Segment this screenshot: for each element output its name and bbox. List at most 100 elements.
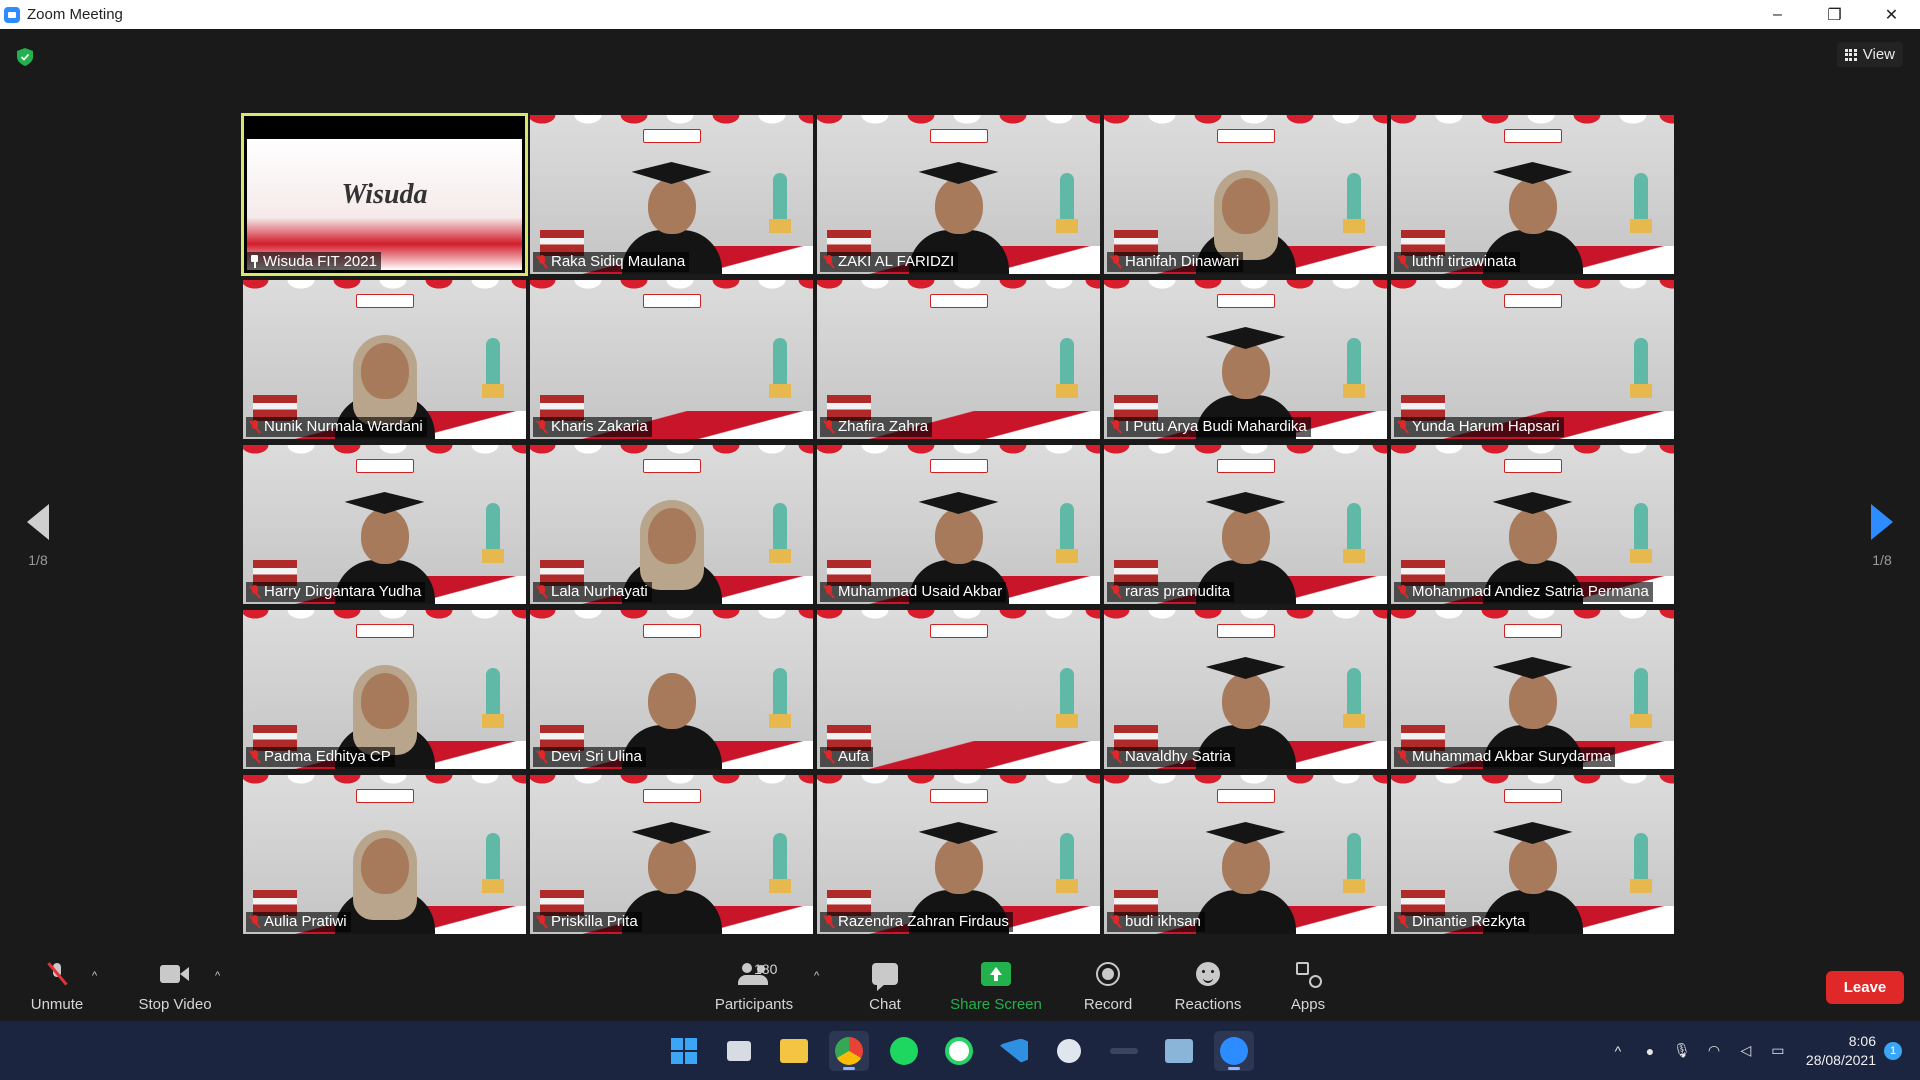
participant-name-label: Muhammad Usaid Akbar (820, 582, 1007, 602)
participant-video-tile[interactable]: Hanifah Dinawari (1104, 115, 1387, 274)
participant-name: Kharis Zakaria (551, 418, 648, 435)
apps-button[interactable]: Apps (1284, 944, 1332, 1021)
zoom-icon[interactable] (1214, 1030, 1254, 1071)
clock[interactable]: 8:06 28/08/2021 (1806, 1032, 1876, 1070)
volume-icon[interactable]: ◁ (1737, 1042, 1755, 1060)
participant-name: Nunik Nurmala Wardani (264, 418, 423, 435)
virtual-background-plant (1060, 668, 1074, 716)
steam-icon[interactable] (1049, 1031, 1089, 1071)
virtual-background-plant (1634, 338, 1648, 386)
reactions-button[interactable]: Reactions (1170, 944, 1246, 1021)
share-screen-button[interactable]: Share Screen (946, 944, 1046, 1021)
record-label: Record (1083, 996, 1133, 1013)
virtual-background-plant (1347, 833, 1361, 881)
wifi-icon[interactable]: ◠ (1705, 1042, 1723, 1060)
participant-video-tile[interactable]: Yunda Harum Hapsari (1391, 280, 1674, 439)
participant-video-tile[interactable]: Harry Dirgantara Yudha (243, 445, 526, 604)
record-button[interactable]: Record (1078, 944, 1138, 1021)
restore-button[interactable]: ❐ (1806, 0, 1863, 29)
microphone-muted-icon (536, 914, 548, 929)
participant-video-tile[interactable]: Wisuda Wisuda FIT 2021 (241, 113, 528, 276)
steam-tray-icon[interactable]: ● (1641, 1042, 1659, 1060)
stop-video-label: Stop Video (138, 996, 212, 1013)
participant-video-tile[interactable]: Razendra Zahran Firdaus (817, 775, 1100, 934)
audio-options-caret[interactable]: ^ (92, 970, 97, 982)
apps-icon (1296, 962, 1322, 988)
participant-name: Harry Dirgantara Yudha (264, 583, 422, 600)
stop-video-button[interactable]: Stop Video (134, 944, 216, 1021)
notification-badge[interactable]: 1 (1884, 1041, 1902, 1060)
unmute-label: Unmute (30, 996, 84, 1013)
vscode-icon[interactable] (994, 1031, 1034, 1071)
virtual-background-pot (482, 384, 504, 398)
chat-button[interactable]: Chat (858, 944, 912, 1021)
participant-video-tile[interactable]: Lala Nurhayati (530, 445, 813, 604)
spotify-icon[interactable] (884, 1031, 924, 1071)
participant-video-tile[interactable]: Navaldhy Satria (1104, 610, 1387, 769)
virtual-background-logo (1216, 294, 1275, 308)
virtual-background-pot (1630, 384, 1652, 398)
microphone-tray-icon[interactable]: 🎙 (1673, 1042, 1691, 1060)
microphone-muted-icon (1397, 914, 1409, 929)
participant-video-tile[interactable]: ZAKI AL FARIDZI (817, 115, 1100, 274)
photos-icon[interactable] (1159, 1031, 1199, 1071)
virtual-background-logo (929, 129, 988, 143)
virtual-background-logo (355, 459, 414, 473)
virtual-background-pot (1056, 549, 1078, 563)
leave-button[interactable]: Leave (1826, 971, 1904, 1004)
participant-video-tile[interactable]: Muhammad Usaid Akbar (817, 445, 1100, 604)
task-view-icon[interactable] (719, 1031, 759, 1071)
participant-video-tile[interactable]: luthfi tirtawinata (1391, 115, 1674, 274)
virtual-background-logo (1503, 129, 1562, 143)
battery-icon[interactable]: ▭ (1769, 1042, 1787, 1060)
virtual-background-logo (1216, 459, 1275, 473)
chrome-icon[interactable] (829, 1030, 869, 1071)
participant-name: I Putu Arya Budi Mahardika (1125, 418, 1307, 435)
participants-options-caret[interactable]: ^ (814, 970, 819, 982)
participant-video-tile[interactable]: Dinantie Rezkyta (1391, 775, 1674, 934)
virtual-background-plant (1347, 503, 1361, 551)
participant-video-tile[interactable]: Aufa (817, 610, 1100, 769)
minimize-button[interactable]: – (1749, 0, 1806, 29)
shield-check-icon[interactable] (17, 48, 33, 66)
virtual-background-plant (1060, 503, 1074, 551)
virtual-background-plant (773, 173, 787, 221)
window-title: Zoom Meeting (27, 6, 123, 23)
participants-button[interactable]: 180 Participants (710, 944, 798, 1021)
next-page-button[interactable]: 1/8 (1862, 504, 1902, 568)
video-gallery: Wisuda Wisuda FIT 2021 Raka Sidiq Maulana Z… (241, 113, 1677, 936)
virtual-background-plant (1060, 338, 1074, 386)
participant-video-tile[interactable]: Mohammad Andiez Satria Permana (1391, 445, 1674, 604)
participant-video-tile[interactable]: raras pramudita (1104, 445, 1387, 604)
participant-name-label: Muhammad Akbar Surydarma (1394, 747, 1616, 767)
whatsapp-icon[interactable] (939, 1031, 979, 1071)
participant-video-tile[interactable]: Priskilla Prita (530, 775, 813, 934)
show-hidden-icons-chevron[interactable]: ^ (1609, 1042, 1627, 1060)
participant-video-tile[interactable]: Raka Sidiq Maulana (530, 115, 813, 274)
virtual-background-pot (769, 549, 791, 563)
participant-video-tile[interactable]: Muhammad Akbar Surydarma (1391, 610, 1674, 769)
close-button[interactable]: ✕ (1863, 0, 1920, 29)
participant-video-tile[interactable]: Nunik Nurmala Wardani (243, 280, 526, 439)
participant-name: Aufa (838, 748, 869, 765)
participant-video-tile[interactable]: Zhafira Zahra (817, 280, 1100, 439)
participant-video-tile[interactable]: Padma Edhitya CP (243, 610, 526, 769)
unmute-button[interactable]: Unmute (24, 944, 90, 1021)
view-label: View (1862, 46, 1895, 63)
virtual-background-logo (929, 459, 988, 473)
file-explorer-icon[interactable] (774, 1031, 814, 1071)
participant-video-tile[interactable]: budi ikhsan (1104, 775, 1387, 934)
participant-video-tile[interactable]: Devi Sri Ulina (530, 610, 813, 769)
video-options-caret[interactable]: ^ (215, 970, 220, 982)
windows-start-icon[interactable] (664, 1031, 704, 1071)
previous-page-button[interactable]: 1/8 (18, 504, 58, 568)
participant-video-tile[interactable]: Kharis Zakaria (530, 280, 813, 439)
participant-video-tile[interactable]: Aulia Pratiwi (243, 775, 526, 934)
participant-name: Razendra Zahran Firdaus (838, 913, 1009, 930)
hotspot-icon[interactable] (1104, 1031, 1144, 1071)
participant-name: Devi Sri Ulina (551, 748, 642, 765)
microphone-muted-icon (536, 749, 548, 764)
participant-video-tile[interactable]: I Putu Arya Budi Mahardika (1104, 280, 1387, 439)
participants-label: Participants (714, 996, 794, 1013)
view-button[interactable]: View (1836, 42, 1903, 67)
